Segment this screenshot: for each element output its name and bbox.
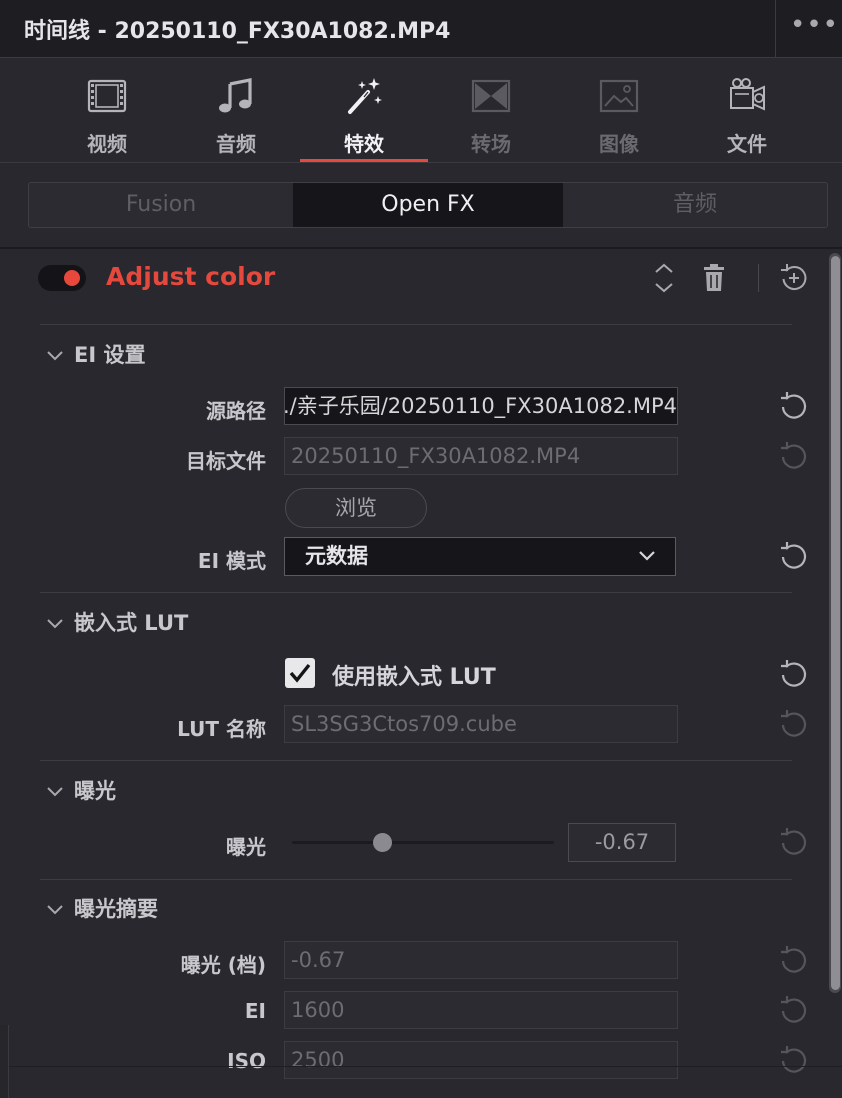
effect-enable-toggle[interactable] [38,265,86,291]
section-exposure[interactable]: 曝光 [44,775,116,805]
camera-file-icon [730,78,765,111]
expand-collapse-icon[interactable] [652,262,676,294]
lut-name-field: SL3SG3Ctos709.cube [284,705,678,743]
panel-separator [0,247,842,249]
ei-label: EI [244,999,266,1023]
exposure-slider-track[interactable] [292,841,554,844]
reset-icon [781,442,807,469]
iso-label: ISO [227,1049,266,1073]
reset-add-icon[interactable] [779,263,809,293]
left-edge-panel [0,1025,9,1098]
title-bar: 时间线 - 20250110_FX30A1082.MP4 ••• [0,0,842,58]
checkmark-icon [289,663,311,683]
section-embedded-lut-title: 嵌入式 LUT [74,611,189,635]
chevron-down-icon [639,551,655,561]
target-file-label: 目标文件 [186,449,266,473]
ei-field: 1600 [284,991,678,1029]
chevron-down-icon [47,787,63,797]
tab-audio-label: 音频 [216,132,256,156]
section-divider [40,592,792,593]
source-path-field[interactable]: ../亲子乐园/20250110_FX30A1082.MP4 [284,387,678,425]
header-divider [758,264,759,292]
tab-video[interactable]: 视频 [43,58,171,162]
section-embedded-lut[interactable]: 嵌入式 LUT [44,607,188,637]
section-exposure-summary[interactable]: 曝光摘要 [44,893,158,923]
reset-icon [781,710,807,737]
source-path-label: 源路径 [206,399,266,423]
tab-transition: 转场 [427,58,555,162]
inspector-tabs: 视频 音频 特效 转场 图像 文件 [0,58,842,163]
segment-open-fx[interactable]: Open FX [293,183,563,227]
use-lut-label[interactable]: 使用嵌入式 LUT [332,659,496,691]
section-divider [40,760,792,761]
fx-category-segments: Fusion Open FX 音频 [28,182,828,228]
tab-transition-label: 转场 [471,132,511,156]
tab-file[interactable]: 文件 [683,58,811,162]
tab-video-label: 视频 [87,132,127,156]
reset-icon [781,828,807,855]
exposure-stops-field: -0.67 [284,941,678,979]
iso-field: 2500 [284,1041,678,1079]
scrollbar-thumb[interactable] [831,256,840,990]
title-divider [775,0,776,57]
browse-button[interactable]: 浏览 [285,488,427,528]
panel-bottom-border [0,1066,842,1067]
section-ei-settings-title: EI 设置 [74,343,146,367]
reset-icon [781,1046,807,1073]
transition-icon [471,79,511,113]
reset-icon[interactable] [778,658,810,690]
source-path-value: ../亲子乐园/20250110_FX30A1082.MP4 [284,394,677,418]
reset-icon[interactable] [778,390,810,422]
ei-mode-label: EI 模式 [197,549,266,573]
reset-icon [781,946,807,973]
reset-icon [781,996,807,1023]
chevron-down-icon [47,351,63,361]
segment-fusion[interactable]: Fusion [29,183,293,227]
segment-audio[interactable]: 音频 [563,183,827,227]
exposure-slider-handle[interactable] [373,833,392,852]
image-icon [599,79,639,113]
tab-audio[interactable]: 音频 [172,58,300,162]
lut-name-label: LUT 名称 [177,717,266,741]
exposure-value-field[interactable]: -0.67 [568,823,676,862]
effect-title: Adjust color [106,262,276,291]
film-icon [87,79,127,113]
trash-icon[interactable] [702,264,726,292]
tab-effects-label: 特效 [344,132,384,156]
tab-effects[interactable]: 特效 [300,58,428,162]
target-file-field: 20250110_FX30A1082.MP4 [284,437,678,475]
section-divider [40,324,792,325]
magic-wand-icon [348,78,382,114]
section-exposure-title: 曝光 [74,779,116,803]
music-note-icon [219,78,252,113]
exposure-label: 曝光 [226,835,266,859]
use-lut-checkbox[interactable] [285,658,315,688]
tab-image-label: 图像 [599,132,639,156]
section-ei-settings[interactable]: EI 设置 [44,339,145,369]
tab-image: 图像 [555,58,683,162]
chevron-down-icon [47,619,63,629]
reset-icon[interactable] [778,540,810,572]
chevron-down-icon [47,905,63,915]
exposure-stops-label: 曝光 (档) [180,953,266,977]
window-title: 时间线 - 20250110_FX30A1082.MP4 [24,19,451,44]
tab-file-label: 文件 [727,132,767,156]
section-exposure-summary-title: 曝光摘要 [74,897,158,921]
toggle-knob [64,270,80,286]
ei-mode-select[interactable]: 元数据 [284,537,676,576]
ei-mode-value: 元数据 [305,544,368,568]
section-divider [40,879,792,880]
more-options-icon[interactable]: ••• [790,12,838,42]
